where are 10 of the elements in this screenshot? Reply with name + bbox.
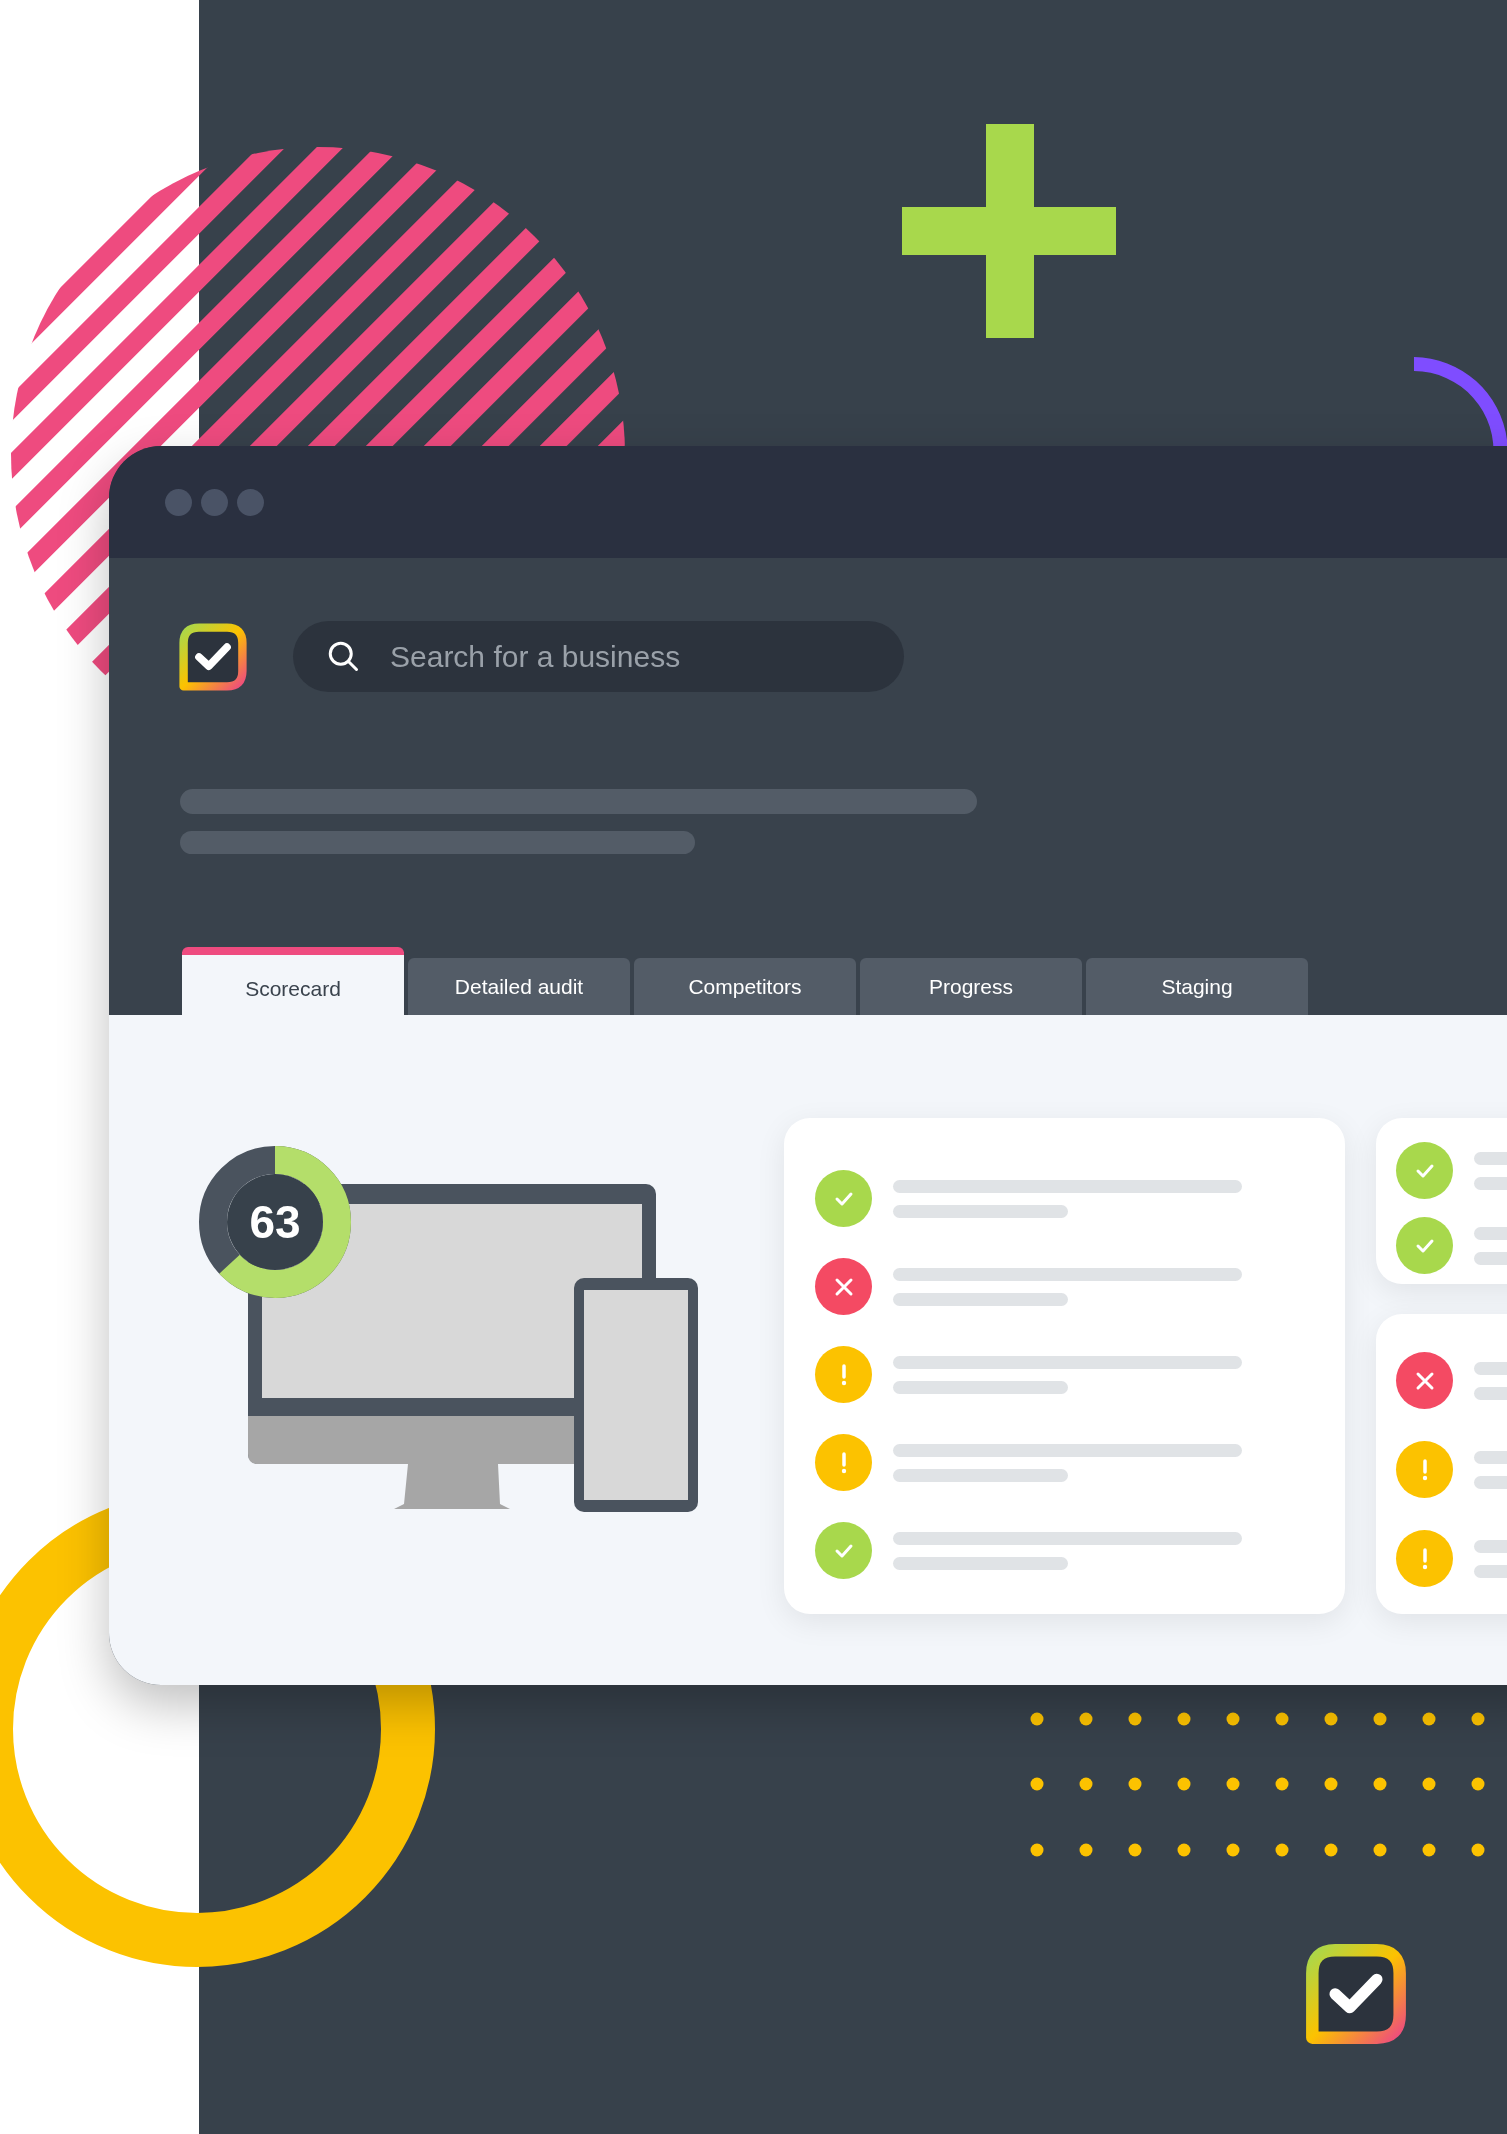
score-value: 63	[249, 1199, 301, 1245]
tab[interactable]: Scorecard	[182, 947, 404, 1015]
search-field[interactable]: Search for a business	[293, 621, 904, 692]
tab[interactable]: Detailed audit	[408, 958, 630, 1015]
checkmark-logo-icon	[1304, 1942, 1408, 2046]
plus-icon	[902, 124, 1116, 338]
tab[interactable]: Competitors	[634, 958, 856, 1015]
checkmark-logo-icon	[178, 621, 248, 692]
tab[interactable]: Progress	[860, 958, 1082, 1015]
tab[interactable]: Staging	[1086, 958, 1308, 1015]
